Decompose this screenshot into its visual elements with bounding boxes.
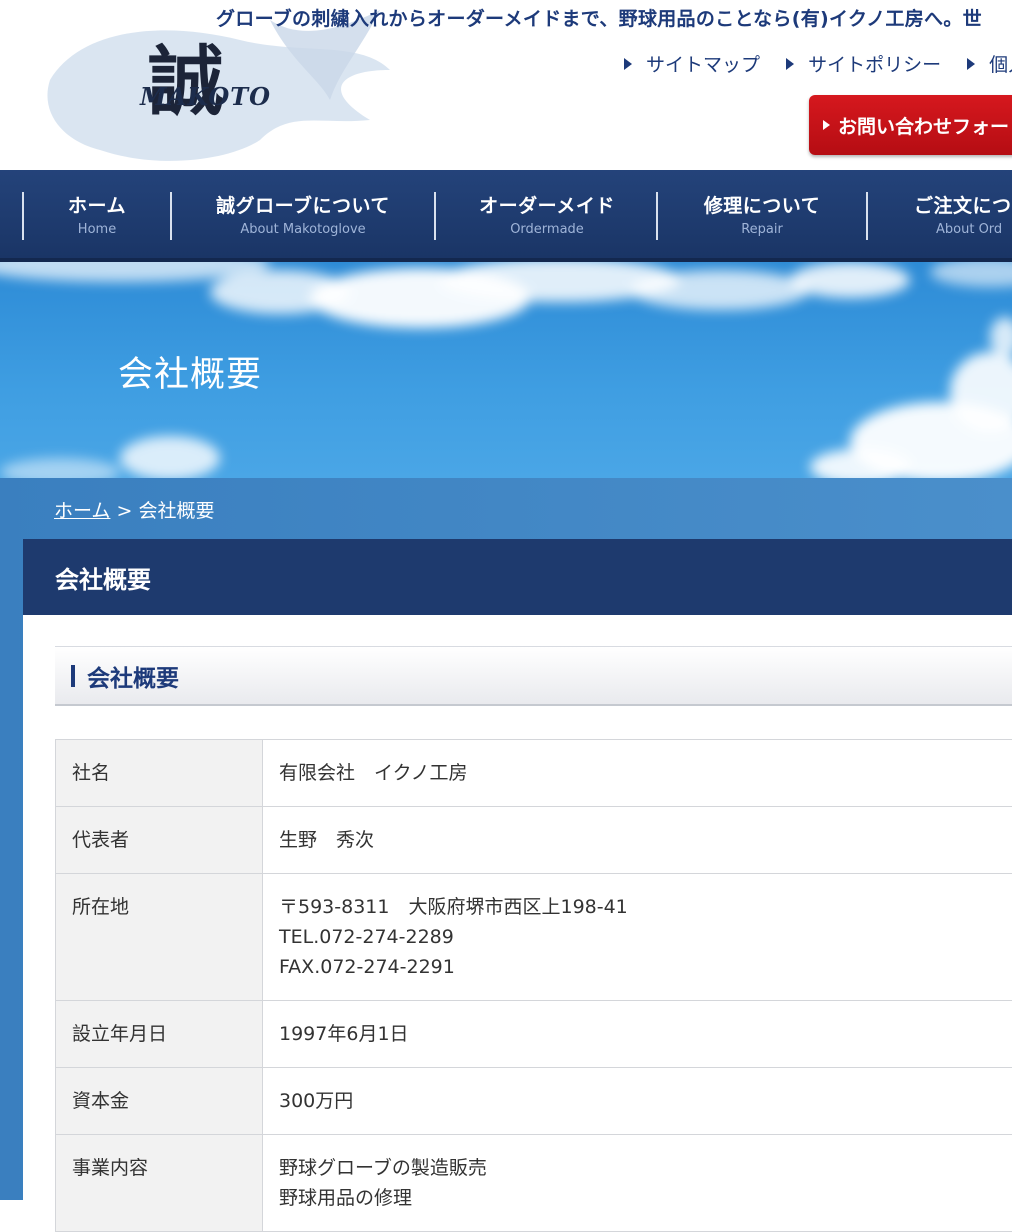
triangle-bullet-icon <box>624 58 632 70</box>
logo-wordmark: MAKOTO <box>140 82 271 111</box>
nav-item-home[interactable]: ホーム Home <box>24 170 170 258</box>
heading-accent-bar <box>71 665 75 687</box>
breadcrumb: ホーム > 会社概要 <box>54 496 214 523</box>
site-policy-link[interactable]: サイトポリシー <box>780 50 941 77</box>
breadcrumb-separator: > <box>110 500 138 522</box>
section-heading-text: 会社概要 <box>87 659 179 693</box>
row-value: 生野 秀次 <box>263 807 1012 874</box>
table-row: 社名 有限会社 イクノ工房 <box>56 740 1012 807</box>
contact-form-button[interactable]: お問い合わせフォー <box>809 95 1012 155</box>
sitemap-link[interactable]: サイトマップ <box>618 50 760 77</box>
row-label: 事業内容 <box>56 1135 263 1232</box>
hero-title: 会社概要 <box>118 346 262 397</box>
breadcrumb-home-link[interactable]: ホーム <box>54 500 110 522</box>
row-value: 1997年6月1日 <box>263 1001 1012 1068</box>
row-label: 代表者 <box>56 807 263 874</box>
breadcrumb-current: 会社概要 <box>138 500 214 522</box>
triangle-bullet-icon <box>967 58 975 70</box>
row-label: 設立年月日 <box>56 1001 263 1068</box>
company-info-table: 社名 有限会社 イクノ工房 代表者 生野 秀次 所在地 〒593-8311 大阪… <box>55 739 1012 1232</box>
table-row: 代表者 生野 秀次 <box>56 807 1012 874</box>
table-row: 所在地 〒593-8311 大阪府堺市西区上198-41 TEL.072-274… <box>56 874 1012 1001</box>
row-value: 〒593-8311 大阪府堺市西区上198-41 TEL.072-274-228… <box>263 874 1012 1001</box>
site-header: 誠 MAKOTO グローブの刺繍入れからオーダーメイドまで、野球用品のことなら(… <box>0 0 1012 170</box>
site-tagline: グローブの刺繍入れからオーダーメイドまで、野球用品のことなら(有)イクノ工房へ。… <box>216 4 982 31</box>
triangle-right-icon <box>823 120 830 130</box>
row-label: 社名 <box>56 740 263 807</box>
table-row: 資本金 300万円 <box>56 1068 1012 1135</box>
row-value: 野球グローブの製造販売 野球用品の修理 <box>263 1135 1012 1232</box>
page-title: 会社概要 <box>23 539 1012 615</box>
utility-links: サイトマップ サイトポリシー 個人 <box>618 50 1012 77</box>
triangle-bullet-icon <box>786 58 794 70</box>
contact-form-label: お問い合わせフォー <box>838 112 1009 139</box>
table-row: 事業内容 野球グローブの製造販売 野球用品の修理 <box>56 1135 1012 1232</box>
nav-item-ordermade[interactable]: オーダーメイド Ordermade <box>436 170 658 258</box>
row-value: 300万円 <box>263 1068 1012 1135</box>
nav-item-repair[interactable]: 修理について Repair <box>658 170 866 258</box>
logo-kanji: 誠 <box>148 20 224 130</box>
row-label: 所在地 <box>56 874 263 1001</box>
table-row: 設立年月日 1997年6月1日 <box>56 1001 1012 1068</box>
nav-item-about[interactable]: 誠グローブについて About Makotoglove <box>172 170 434 258</box>
nav-item-order[interactable]: ご注文につ About Ord <box>868 170 1012 258</box>
row-value: 有限会社 イクノ工房 <box>263 740 1012 807</box>
hero-banner: 会社概要 <box>0 262 1012 478</box>
global-nav: ホーム Home 誠グローブについて About Makotoglove オーダ… <box>0 170 1012 262</box>
privacy-link[interactable]: 個人 <box>961 50 1012 77</box>
row-label: 資本金 <box>56 1068 263 1135</box>
section-heading: 会社概要 <box>55 646 1012 706</box>
